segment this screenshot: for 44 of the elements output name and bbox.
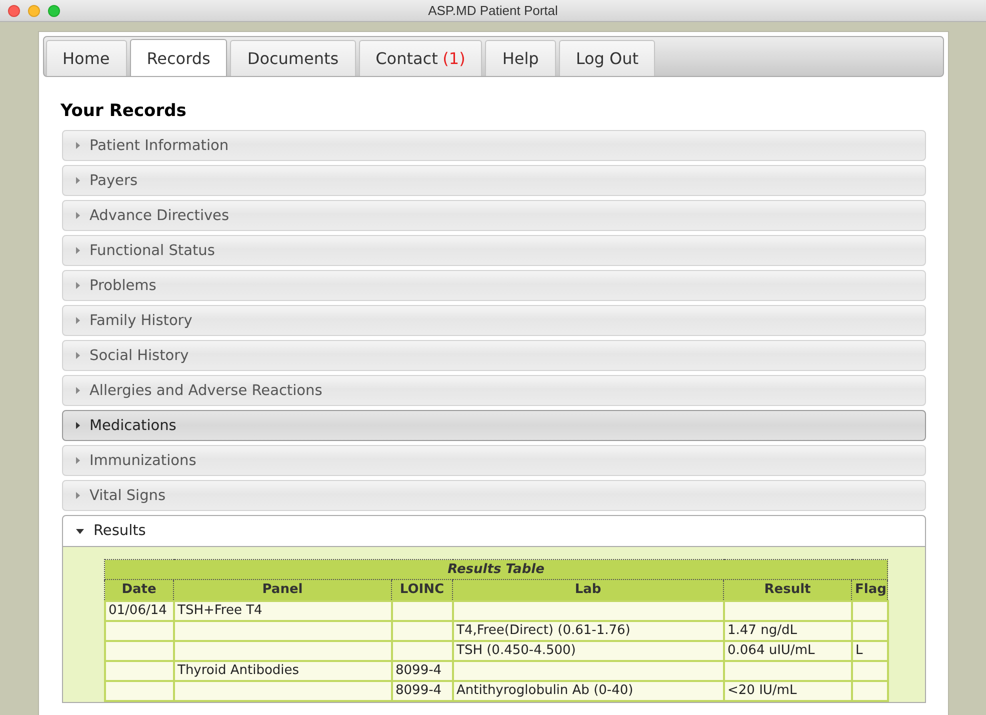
window-title: ASP.MD Patient Portal	[428, 3, 558, 18]
caret-right-icon	[76, 142, 80, 149]
nav-tab[interactable]: Contact (1)	[358, 40, 482, 76]
nav-tab[interactable]: Documents	[230, 40, 356, 76]
caret-right-icon	[76, 387, 80, 394]
accordion-header[interactable]: Vital Signs	[62, 480, 926, 511]
caret-right-icon	[76, 317, 80, 324]
zoom-button[interactable]	[48, 4, 60, 16]
nav-tab[interactable]: Help	[485, 40, 556, 76]
table-title: Results Table	[104, 560, 888, 580]
table-cell: TSH+Free T4	[174, 600, 392, 620]
accordion-header[interactable]: Family History	[62, 305, 926, 336]
column-header: Flag	[852, 580, 888, 600]
column-header: Panel	[174, 580, 392, 600]
accordion-header[interactable]: Payers	[62, 165, 926, 196]
accordion-header[interactable]: Immunizations	[62, 445, 926, 476]
close-button[interactable]	[8, 4, 20, 16]
nav-tab[interactable]: Records	[130, 39, 228, 76]
page-heading: Your Records	[60, 101, 188, 121]
caret-down-icon	[76, 528, 84, 534]
nav-tab[interactable]: Log Out	[558, 40, 656, 76]
accordion-header[interactable]: Problems	[62, 270, 926, 301]
caret-right-icon	[76, 177, 80, 184]
accordion-header[interactable]: Social History	[62, 340, 926, 371]
caret-right-icon	[76, 212, 80, 219]
nav-tab[interactable]: Home	[46, 40, 127, 76]
caret-right-icon	[76, 492, 80, 499]
column-header: Date	[104, 580, 174, 600]
accordion-header[interactable]: Patient Information	[62, 130, 926, 161]
caret-right-icon	[76, 247, 80, 254]
caret-right-icon	[76, 282, 80, 289]
accordion-header[interactable]: Medications	[62, 410, 926, 441]
accordion-header[interactable]: Advance Directives	[62, 200, 926, 231]
accordion-header[interactable]: Allergies and Adverse Reactions	[62, 375, 926, 406]
column-header: LOINC	[392, 580, 452, 600]
column-header: Lab	[452, 580, 724, 600]
column-header: Result	[724, 580, 852, 600]
minimize-button[interactable]	[28, 4, 40, 16]
accordion-header[interactable]: Functional Status	[62, 235, 926, 266]
accordion-header[interactable]: Results	[62, 515, 926, 547]
caret-right-icon	[76, 422, 80, 429]
table-cell: 01/06/14	[104, 600, 174, 620]
caret-right-icon	[76, 457, 80, 464]
caret-right-icon	[76, 352, 80, 359]
